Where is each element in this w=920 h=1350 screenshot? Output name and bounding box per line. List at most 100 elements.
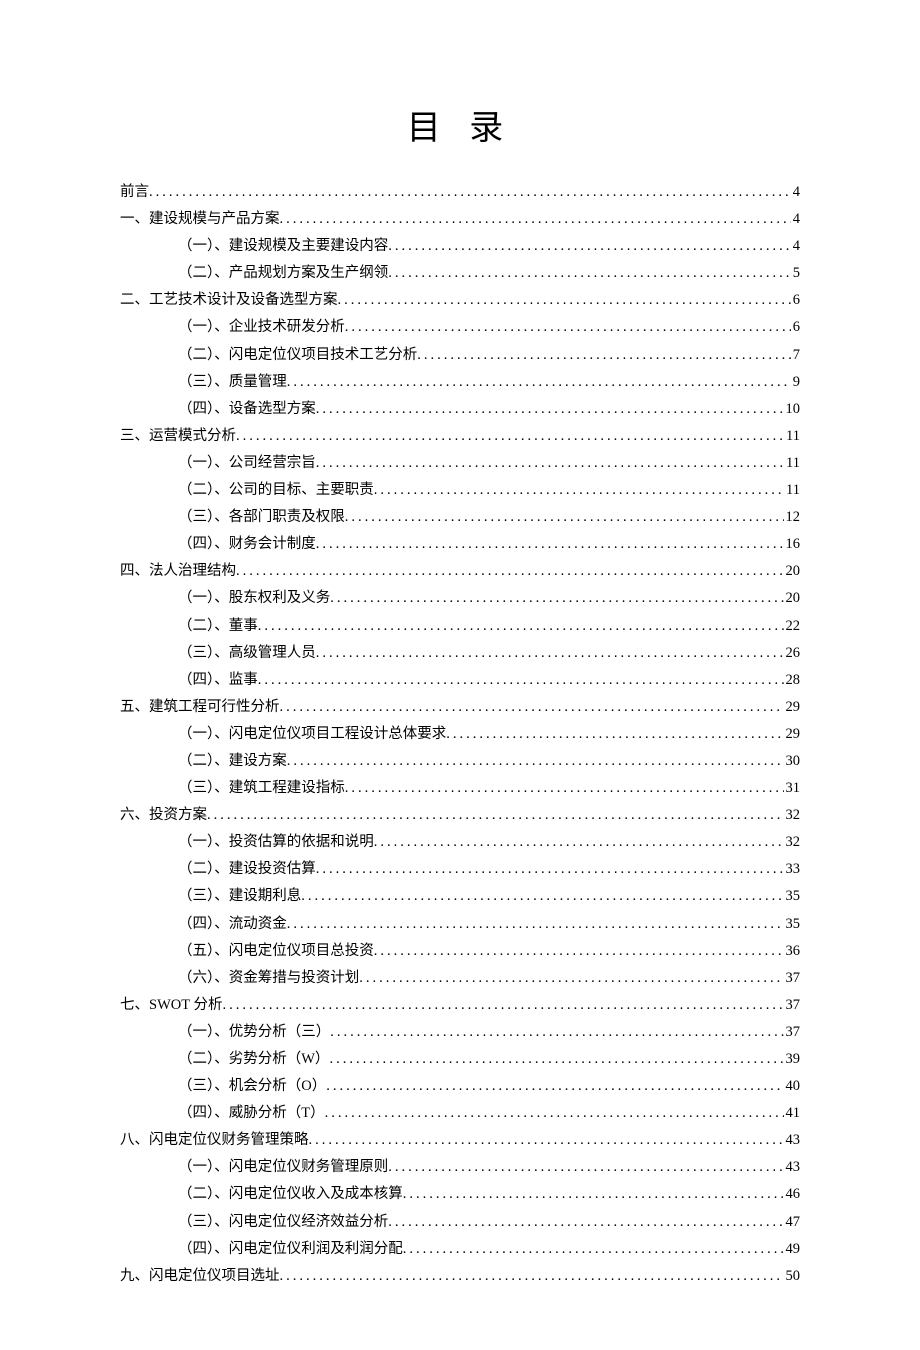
toc-entry[interactable]: （二）、闪电定位仪收入及成本核算46 — [120, 1181, 800, 1207]
toc-entry-page: 20 — [784, 585, 801, 611]
toc-entry-label: （三）、建设期利息 — [178, 883, 301, 909]
toc-leader-dots — [325, 1100, 784, 1126]
toc-entry[interactable]: 五、建筑工程可行性分析 29 — [120, 694, 800, 720]
toc-entry-label: （四）、监事 — [178, 667, 258, 693]
toc-entry-page: 12 — [784, 504, 801, 530]
toc-entry-label: （五）、闪电定位仪项目总投资 — [178, 938, 374, 964]
toc-leader-dots — [403, 1236, 784, 1262]
toc-entry-page: 35 — [784, 911, 801, 937]
toc-entry-label: （一）、公司经营宗旨 — [178, 450, 316, 476]
toc-leader-dots — [316, 856, 784, 882]
toc-entry[interactable]: 七、SWOT 分析37 — [120, 992, 800, 1018]
toc-entry[interactable]: 九、闪电定位仪项目选址50 — [120, 1263, 800, 1289]
toc-entry[interactable]: （四）、闪电定位仪利润及利润分配49 — [120, 1236, 800, 1262]
toc-entry[interactable]: 四、法人治理结构 20 — [120, 558, 800, 584]
toc-leader-dots — [330, 585, 783, 611]
toc-entry-page: 7 — [791, 342, 800, 368]
toc-leader-dots — [446, 721, 783, 747]
toc-entry[interactable]: （二）、劣势分析（W）39 — [120, 1046, 800, 1072]
toc-entry[interactable]: （四）、监事 28 — [120, 667, 800, 693]
toc-entry[interactable]: （二）、产品规划方案及生产纲领 5 — [120, 260, 800, 286]
toc-entry[interactable]: （二）、董事22 — [120, 613, 800, 639]
toc-entry-page: 29 — [784, 694, 801, 720]
toc-entry[interactable]: （三）、机会分析（O）40 — [120, 1073, 800, 1099]
toc-entry-page: 37 — [784, 1019, 801, 1045]
toc-entry[interactable]: （一）、投资估算的依据和说明32 — [120, 829, 800, 855]
toc-entry-page: 31 — [784, 775, 801, 801]
toc-entry-label: （三）、建筑工程建设指标 — [178, 775, 345, 801]
toc-entry-label: 五、建筑工程可行性分析 — [120, 694, 280, 720]
document-page: 目 录 前言4一、建设规模与产品方案4（一）、建设规模及主要建设内容4（二）、产… — [0, 0, 920, 1350]
toc-entry-page: 20 — [784, 558, 801, 584]
toc-entry[interactable]: （一）、股东权利及义务20 — [120, 585, 800, 611]
toc-leader-dots — [280, 206, 791, 232]
toc-leader-dots — [222, 992, 783, 1018]
toc-leader-dots — [316, 396, 784, 422]
toc-entry-page: 36 — [784, 938, 801, 964]
toc-entry-page: 6 — [791, 314, 800, 340]
toc-entry[interactable]: （六）、资金筹措与投资计划37 — [120, 965, 800, 991]
toc-entry[interactable]: 三、运营模式分析 11 — [120, 423, 800, 449]
toc-entry-page: 4 — [791, 179, 800, 205]
toc-leader-dots — [338, 287, 791, 313]
toc-leader-dots — [388, 233, 791, 259]
toc-entry-label: （一）、企业技术研发分析 — [178, 314, 345, 340]
toc-entry-page: 35 — [784, 883, 801, 909]
toc-entry[interactable]: （一）、闪电定位仪项目工程设计总体要求29 — [120, 721, 800, 747]
toc-entry[interactable]: 二、工艺技术设计及设备选型方案 6 — [120, 287, 800, 313]
toc-entry[interactable]: （二）、闪电定位仪项目技术工艺分析7 — [120, 342, 800, 368]
toc-entry-page: 28 — [784, 667, 801, 693]
toc-entry-label: （一）、建设规模及主要建设内容 — [178, 233, 388, 259]
toc-entry-label: （四）、财务会计制度 — [178, 531, 316, 557]
toc-entry[interactable]: （四）、财务会计制度 16 — [120, 531, 800, 557]
toc-entry[interactable]: （一）、公司经营宗旨 11 — [120, 450, 800, 476]
toc-entry[interactable]: （四）、设备选型方案10 — [120, 396, 800, 422]
toc-entry[interactable]: （一）、优势分析（三） 37 — [120, 1019, 800, 1045]
toc-entry-page: 43 — [784, 1127, 801, 1153]
toc-entry-label: （三）、各部门职责及权限 — [178, 504, 345, 530]
toc-entry-label: （一）、优势分析（三） — [178, 1019, 330, 1045]
toc-entry[interactable]: （二）、建设方案30 — [120, 748, 800, 774]
toc-entry-page: 5 — [791, 260, 800, 286]
toc-entry-label: 前言 — [120, 179, 149, 205]
toc-entry-label: 六、投资方案 — [120, 802, 207, 828]
toc-entry[interactable]: （三）、质量管理9 — [120, 369, 800, 395]
toc-entry[interactable]: 一、建设规模与产品方案4 — [120, 206, 800, 232]
toc-entry-page: 11 — [784, 477, 800, 503]
toc-entry-label: 四、法人治理结构 — [120, 558, 236, 584]
toc-entry-label: （三）、高级管理人员 — [178, 640, 316, 666]
table-of-contents: 前言4一、建设规模与产品方案4（一）、建设规模及主要建设内容4（二）、产品规划方… — [120, 179, 800, 1289]
toc-entry-page: 40 — [784, 1073, 801, 1099]
toc-entry-page: 39 — [784, 1046, 801, 1072]
toc-entry-page: 6 — [791, 287, 800, 313]
toc-leader-dots — [345, 314, 791, 340]
toc-entry[interactable]: （一）、建设规模及主要建设内容4 — [120, 233, 800, 259]
toc-entry[interactable]: （一）、闪电定位仪财务管理原则43 — [120, 1154, 800, 1180]
toc-entry-label: 三、运营模式分析 — [120, 423, 236, 449]
toc-entry[interactable]: （三）、建筑工程建设指标 31 — [120, 775, 800, 801]
toc-leader-dots — [149, 179, 791, 205]
toc-entry-page: 37 — [784, 965, 801, 991]
toc-leader-dots — [345, 504, 784, 530]
toc-entry-page: 16 — [784, 531, 801, 557]
toc-entry[interactable]: （二）、建设投资估算33 — [120, 856, 800, 882]
toc-entry[interactable]: （五）、闪电定位仪项目总投资 36 — [120, 938, 800, 964]
toc-entry-page: 33 — [784, 856, 801, 882]
toc-entry-page: 11 — [784, 423, 800, 449]
toc-entry[interactable]: 八、闪电定位仪财务管理策略43 — [120, 1127, 800, 1153]
toc-entry[interactable]: （一）、企业技术研发分析 6 — [120, 314, 800, 340]
toc-entry-label: （二）、产品规划方案及生产纲领 — [178, 260, 388, 286]
toc-entry-label: 二、工艺技术设计及设备选型方案 — [120, 287, 338, 313]
toc-entry-page: 11 — [784, 450, 800, 476]
toc-entry[interactable]: 前言 4 — [120, 179, 800, 205]
toc-entry[interactable]: （四）、流动资金35 — [120, 911, 800, 937]
toc-entry[interactable]: （三）、高级管理人员26 — [120, 640, 800, 666]
toc-entry[interactable]: （二）、公司的目标、主要职责11 — [120, 477, 800, 503]
toc-entry-page: 41 — [784, 1100, 801, 1126]
toc-entry[interactable]: （三）、建设期利息 35 — [120, 883, 800, 909]
toc-entry[interactable]: （三）、各部门职责及权限 12 — [120, 504, 800, 530]
toc-entry[interactable]: （四）、威胁分析（T）41 — [120, 1100, 800, 1126]
toc-entry[interactable]: （三）、闪电定位仪经济效益分析47 — [120, 1209, 800, 1235]
toc-entry[interactable]: 六、投资方案32 — [120, 802, 800, 828]
toc-entry-page: 4 — [791, 206, 800, 232]
